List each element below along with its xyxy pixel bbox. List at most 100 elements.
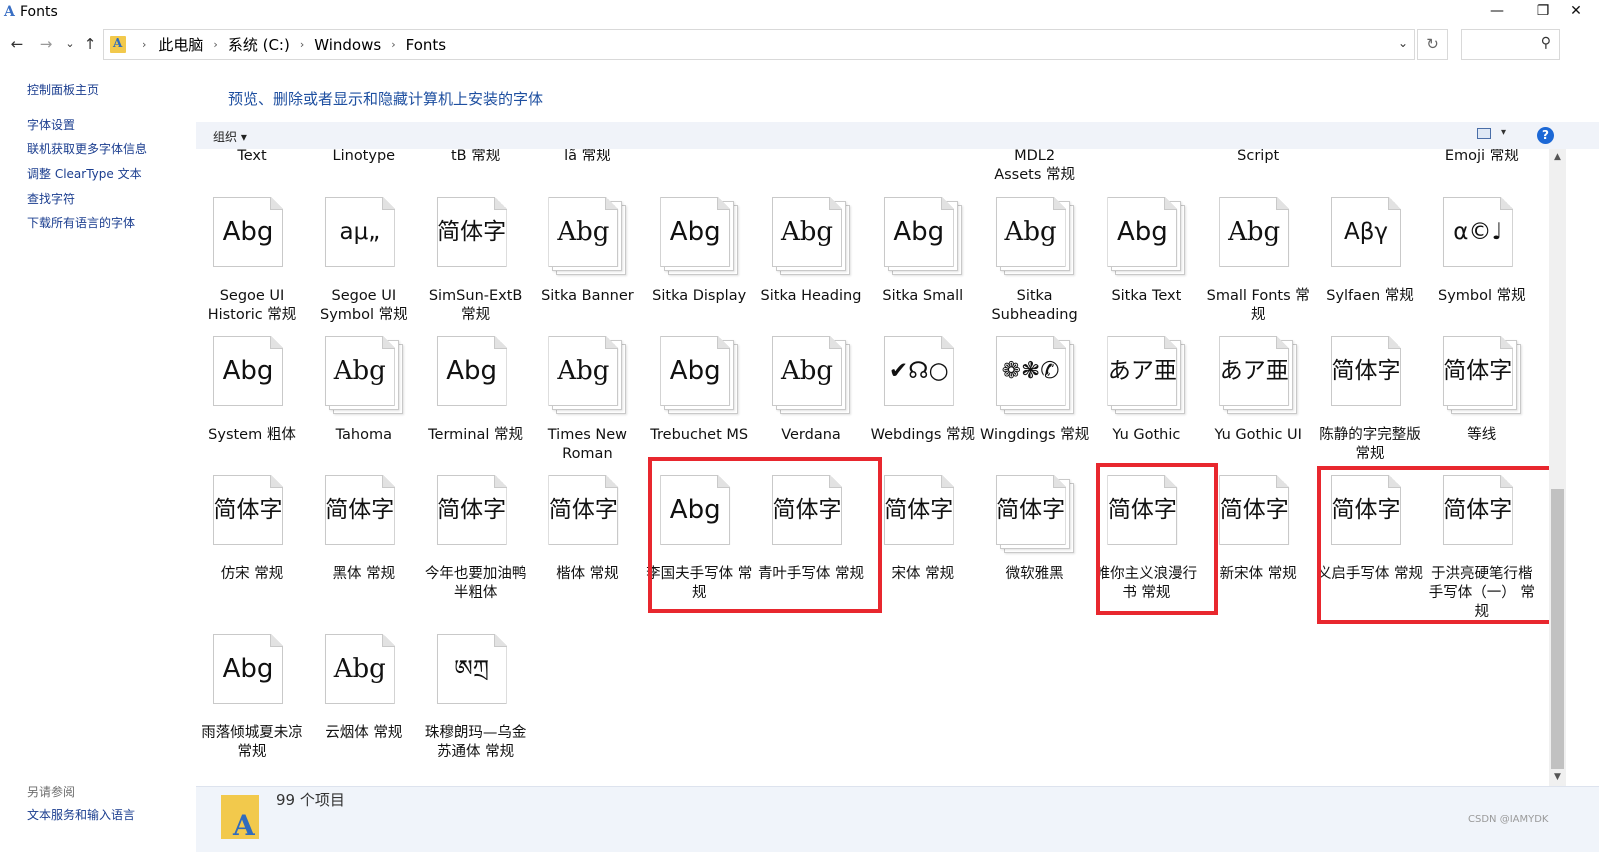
font-item[interactable]: ཨཀྲ 珠穆朗玛—乌金苏通体 常规 [420,634,532,773]
font-file-thumbnail-icon: 简体字 [436,475,515,551]
font-item-label-partial[interactable]: Emoji 常规 [1426,149,1538,166]
font-file-thumbnail-icon: 简体字 [324,475,403,551]
font-item[interactable]: Abg Sitka Text [1090,197,1202,336]
fonts-folder-icon: A [110,36,126,53]
adjust-cleartype-link[interactable]: 调整 ClearType 文本 [27,166,142,182]
close-button[interactable]: ✕ [1553,0,1599,24]
font-item[interactable]: 简体字仿宋 常规 [196,475,308,614]
font-item[interactable]: Abg 云烟体 常规 [308,634,420,773]
font-item[interactable]: Abg Sitka Heading [755,197,867,336]
font-file-thumbnail-icon: 简体字 [1219,475,1297,551]
breadcrumb: › 此电脑 › 系统 (C:) › Windows › Fonts [130,30,446,59]
font-sample-text: あア亜 [1219,358,1289,384]
breadcrumb-system-c[interactable]: 系统 (C:) [228,34,290,55]
font-item-label-partial[interactable]: MDL2 Assets 常规 [979,149,1091,185]
font-settings-link[interactable]: 字体设置 [27,117,75,133]
address-bar[interactable]: A › 此电脑 › 系统 (C:) › Windows › Fonts ⌄ [103,29,1415,60]
font-file-thumbnail-icon: Abg [213,634,291,710]
breadcrumb-separator-icon[interactable]: › [213,38,217,51]
minimize-button[interactable]: — [1474,0,1520,24]
view-dropdown-icon[interactable]: ▾ [1501,127,1506,138]
font-item[interactable]: 简体字 SimSun-ExtB 常规 [420,197,532,336]
address-history-dropdown-icon[interactable]: ⌄ [1398,36,1408,50]
font-sample-text: 简体字 [213,497,283,523]
breadcrumb-this-pc[interactable]: 此电脑 [158,34,203,55]
command-bar: 组织 ▾ ▾ ? [196,122,1599,149]
font-item[interactable]: Abg Times New Roman [531,336,643,475]
refresh-button[interactable]: ↻ [1417,29,1448,60]
font-item[interactable]: Αβγ Sylfaen 常规 [1314,197,1426,336]
font-item[interactable]: 简体字 等线 [1426,336,1538,475]
font-item[interactable]: Abg System 粗体 [196,336,308,475]
breadcrumb-windows[interactable]: Windows [314,36,381,54]
font-family-thumbnail-icon: Abg [772,336,850,414]
font-item[interactable]: Abg Trebuchet MS [643,336,755,475]
up-arrow-icon[interactable]: ↑ [81,34,99,54]
text-services-link[interactable]: 文本服务和输入语言 [27,807,135,823]
font-family-thumbnail-icon: あア亜 [1107,336,1186,414]
font-item[interactable]: Abg Sitka Small [867,197,979,336]
font-item[interactable]: 简体字 陈静的字完整版 常规 [1314,336,1426,475]
font-item[interactable]: 简体字 微软雅黑 [979,475,1091,614]
font-item[interactable]: Abg Verdana [755,336,867,475]
font-item[interactable]: Abg Sitka Subheading [979,197,1091,336]
get-font-info-online-link[interactable]: 联机获取更多字体信息 [27,141,147,157]
search-input[interactable]: ⚲ [1461,29,1560,60]
font-item-label: Verdana [781,427,841,443]
font-item[interactable]: Abg Small Fonts 常规 [1202,197,1314,336]
font-item[interactable]: 简体字 楷体 常规 [531,475,643,614]
back-arrow-icon[interactable]: ← [8,34,26,54]
font-item-label: 楷体 常规 [556,566,619,582]
font-sample-text: Abg [1228,217,1281,247]
forward-arrow-icon[interactable]: → [37,34,55,54]
font-item[interactable]: 简体字 今年也要加油鸭 半粗体 [420,475,532,614]
organize-menu-button[interactable]: 组织 ▾ [213,128,247,145]
font-file-thumbnail-icon: 简体字 [436,197,515,273]
scrollbar-thumb[interactable] [1551,489,1564,769]
highlight-box [648,457,882,613]
font-sample-text: Abg [446,356,497,386]
font-item-label-partial[interactable]: lã 常规 [531,149,643,166]
download-all-fonts-link[interactable]: 下载所有语言的字体 [27,215,135,231]
font-item-label: 雨落倾城夏未凉 常规 [201,725,303,760]
font-item-label: Tahoma [335,427,392,443]
font-item[interactable]: 简体字 新宋体 常规 [1202,475,1314,614]
font-item[interactable]: あア亜 Yu Gothic UI [1202,336,1314,475]
change-view-icon[interactable] [1477,128,1491,139]
font-item[interactable]: Abg Segoe UI Historic 常规 [196,197,308,336]
font-item[interactable]: Abg Sitka Display [643,197,755,336]
breadcrumb-separator-icon[interactable]: › [391,38,395,51]
help-icon[interactable]: ? [1537,127,1554,144]
font-item-label-partial[interactable]: Script [1202,149,1314,166]
font-item-label: 仿宋 常规 [220,566,284,582]
find-character-link[interactable]: 查找字符 [27,191,75,207]
scroll-up-icon[interactable]: ▲ [1549,149,1566,166]
font-item[interactable]: α©♩ Symbol 常规 [1426,197,1538,336]
search-icon: ⚲ [1540,35,1551,51]
font-sample-text: Abg [669,217,721,247]
font-item[interactable]: ✔☊○ Webdings 常规 [867,336,979,475]
font-item[interactable]: Abg Tahoma [308,336,420,475]
font-sample-text: Abg [893,217,945,247]
font-item[interactable]: aμ„ Segoe UI Symbol 常规 [308,197,420,336]
font-item[interactable]: Abg 雨落倾城夏未凉 常规 [196,634,308,773]
font-item-label-partial[interactable]: tB 常规 [420,149,532,166]
font-item[interactable]: 简体字 黑体 常规 [308,475,420,614]
font-sample-text: Abg [669,356,721,386]
fonts-folder-large-icon: A [221,795,259,842]
font-item[interactable]: Abg Terminal 常规 [420,336,532,475]
control-panel-home-link[interactable]: 控制面板主页 [27,82,99,98]
scroll-down-icon[interactable]: ▼ [1549,769,1566,786]
recent-locations-chevron-icon[interactable]: ⌄ [61,34,79,54]
font-item[interactable]: Abg Sitka Banner [531,197,643,336]
font-sample-text: あア亜 [1107,358,1177,384]
font-sample-text: Abg [1116,217,1168,247]
font-item[interactable]: 简体字 宋体 常规 [867,475,979,614]
font-item-label-partial[interactable]: Text [196,149,308,166]
font-item[interactable]: あア亜 Yu Gothic [1090,336,1202,475]
breadcrumb-fonts[interactable]: Fonts [406,36,446,54]
font-item-label-partial[interactable]: Linotype [308,149,420,166]
vertical-scrollbar[interactable]: ▲ ▼ [1549,149,1566,786]
font-item[interactable]: ❁❃✆ Wingdings 常规 [979,336,1091,475]
breadcrumb-separator-icon[interactable]: › [300,38,304,51]
